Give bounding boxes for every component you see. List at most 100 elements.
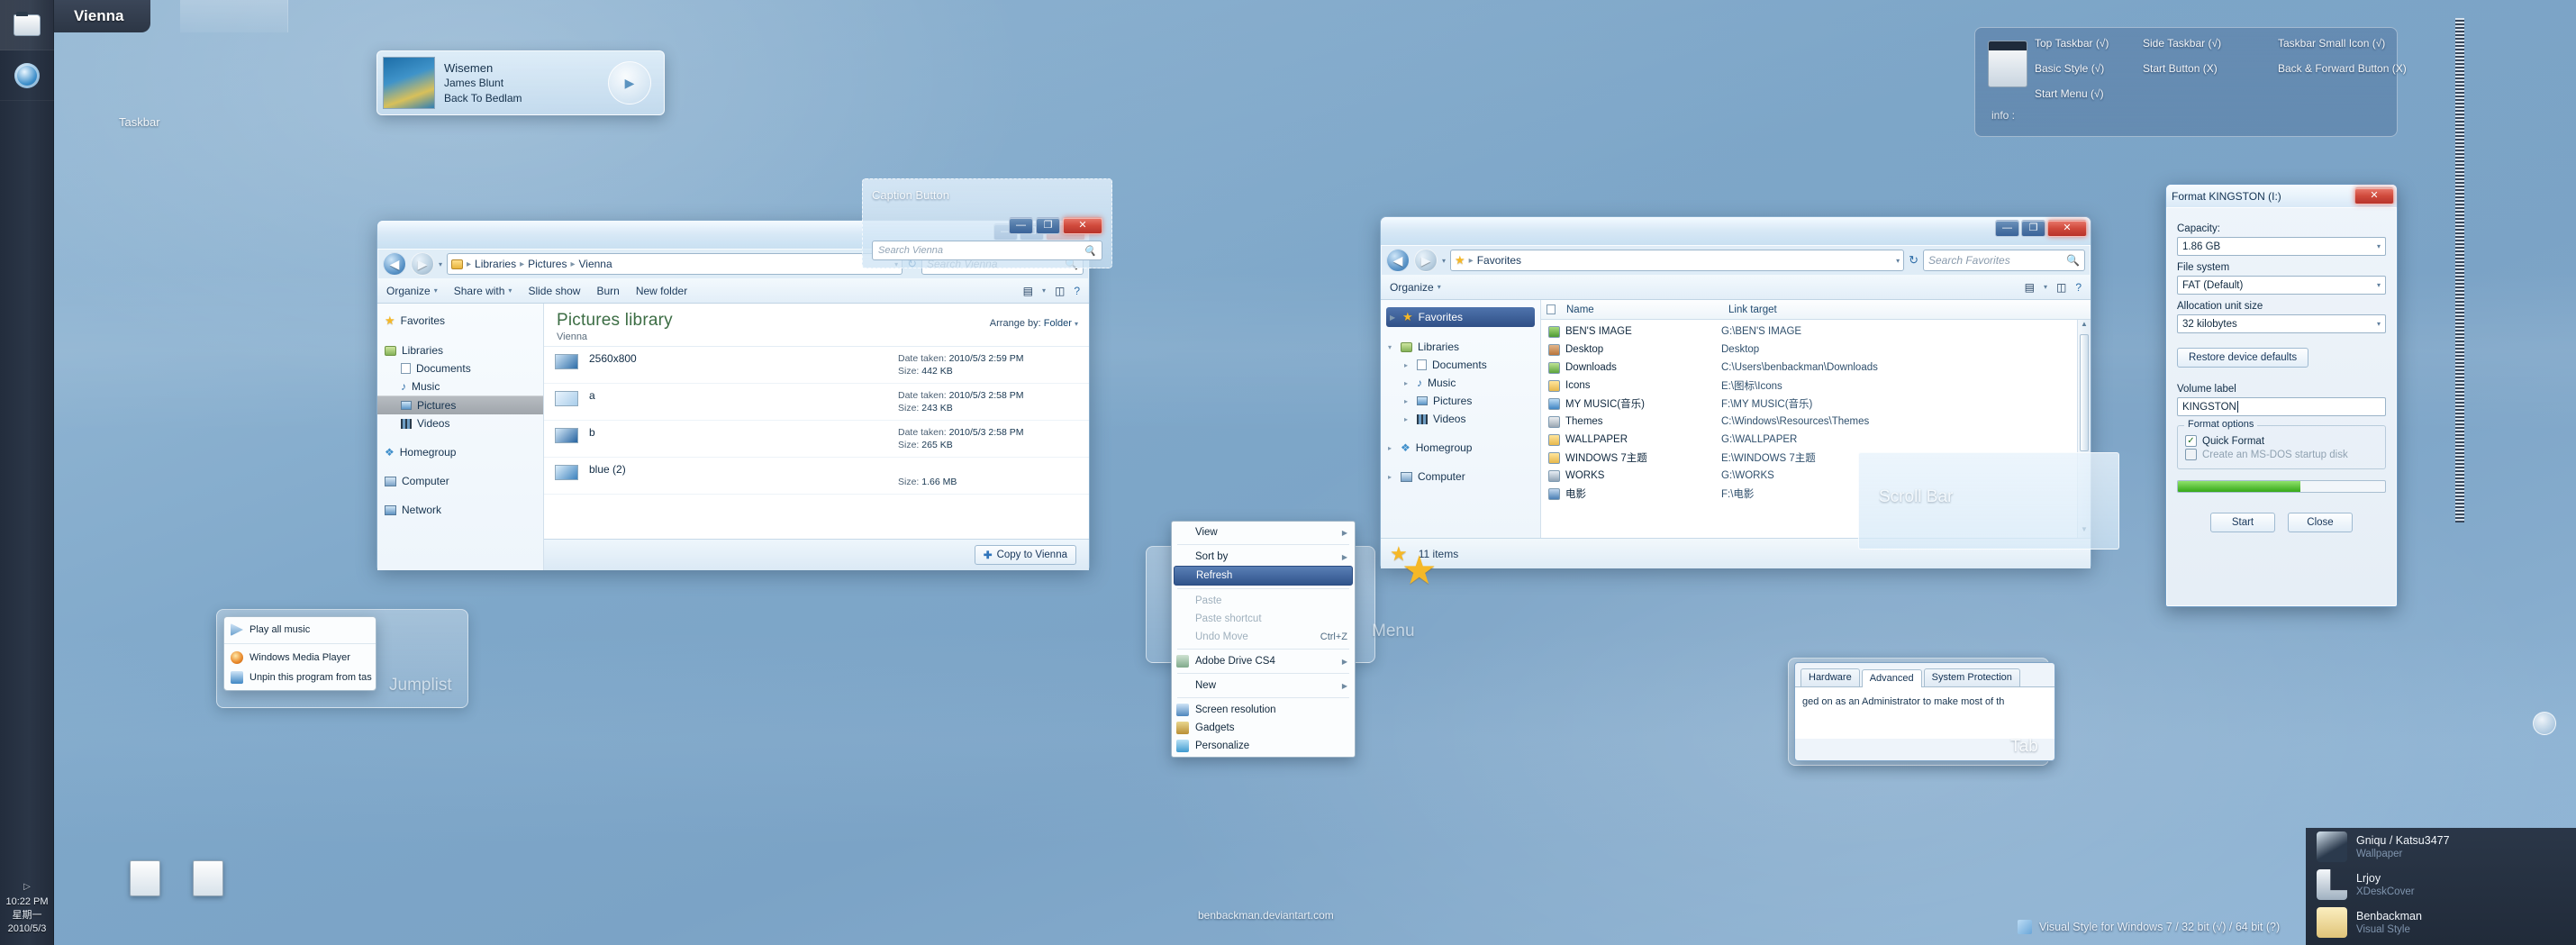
quick-format-checkbox-row[interactable]: ✓ Quick Format [2185,435,2378,447]
file-name[interactable]: blue (2) [589,463,626,476]
file-name[interactable]: 2560x800 [589,352,637,365]
quick-format-checkbox[interactable]: ✓ [2185,435,2197,447]
context-menu-item-screen-resolution[interactable]: Screen resolution [1172,701,1355,719]
filesystem-select[interactable]: FAT (Default) ▾ [2177,276,2386,295]
address-dropdown-icon[interactable]: ▾ [1896,257,1900,265]
help-icon[interactable]: ? [1074,285,1080,297]
favorites-navigation-pane[interactable]: ▶ ★ Favorites ▾ Libraries ▸ Documents ▸ … [1381,300,1541,538]
jumplist-item-windows-media-player[interactable]: Windows Media Player [224,648,376,668]
table-row[interactable]: WALLPAPER G:\WALLPAPER [1541,431,2091,449]
chevron-right-icon[interactable]: ▶ [1390,313,1397,322]
caption-buttons-demo[interactable]: — ❐ ✕ [1009,217,1102,234]
sidebar-item-documents[interactable]: ▸ Documents [1381,356,1540,374]
restore-device-defaults-button[interactable]: Restore device defaults [2177,348,2309,368]
view-mode-icon[interactable]: ▤ [1023,285,1033,297]
chevron-right-icon[interactable]: ▸ [1388,444,1395,452]
new-folder-button[interactable]: New folder [636,285,687,297]
msdos-checkbox[interactable] [2185,449,2197,460]
sidebar-item-homegroup[interactable]: ❖ Homegroup [377,443,543,461]
arrange-by-control[interactable]: Arrange by: Folder ▾ [990,318,1078,329]
context-menu-item-gadgets[interactable]: Gadgets [1172,719,1355,737]
favorites-minimize-button[interactable]: — [1995,220,2019,237]
table-row[interactable]: b Date taken: 2010/5/3 2:58 PM Size: 265… [544,421,1089,458]
view-mode-icon[interactable]: ▤ [2025,281,2035,294]
format-dialog[interactable]: Format KINGSTON (I:) ✕ Capacity: 1.86 GB… [2165,184,2398,607]
context-menu-item-new[interactable]: New ▶ [1172,677,1355,695]
copy-to-vienna-button[interactable]: ✚ Copy to Vienna [974,545,1076,565]
tray-arrow-icon[interactable]: ▷ [0,880,54,894]
address-bar[interactable]: ★ ▸ Favorites ▾ [1450,250,1905,271]
table-header[interactable]: Name Link target [1541,300,2091,320]
minimize-button[interactable]: — [1009,217,1033,234]
close-button[interactable]: Close [2288,513,2353,532]
table-row[interactable]: a Date taken: 2010/5/3 2:58 PM Size: 243… [544,384,1089,421]
format-dialog-title-bar[interactable]: Format KINGSTON (I:) ✕ [2166,185,2397,208]
recent-pages-chevron-icon[interactable]: ▾ [439,260,442,268]
taskbar-task-1[interactable] [180,0,288,32]
context-menu-item-sort-by[interactable]: Sort by ▶ [1172,548,1355,566]
sidebar-item-network[interactable]: Network [377,501,543,519]
organize-button[interactable]: Organize ▾ [1390,281,1441,294]
favorites-toolbar[interactable]: Organize ▾ ▤ ▾ ◫ ? [1381,275,2091,300]
burn-button[interactable]: Burn [596,285,619,297]
play-icon[interactable]: ▶ [608,61,651,104]
recent-pages-chevron-icon[interactable]: ▾ [1442,257,1446,265]
preview-pane-icon[interactable]: ◫ [2056,281,2066,294]
table-row[interactable]: Themes C:\Windows\Resources\Themes [1541,413,2091,431]
context-menu-item-adobe-drive-cs4[interactable]: Adobe Drive CS4 ▶ [1172,652,1355,670]
back-button[interactable]: ◀ [1386,249,1410,272]
sidebar-item-music[interactable]: ▸ ♪ Music [1381,374,1540,392]
format-close-button[interactable]: ✕ [2354,187,2394,204]
search-icon[interactable]: 🔍 [1084,245,1096,257]
sidebar-item-computer[interactable]: Computer [377,472,543,490]
tab-hardware[interactable]: Hardware [1800,668,1860,686]
system-properties-tabs[interactable]: Hardware Advanced System Protection [1795,663,2054,687]
chevron-right-icon[interactable]: ▸ [1404,397,1411,405]
forward-button[interactable]: ▶ [411,252,434,276]
favorites-close-button[interactable]: ✕ [2047,220,2087,237]
table-row[interactable]: 2560x800 Date taken: 2010/5/3 2:59 PM Si… [544,347,1089,384]
sidebar-item-libraries[interactable]: Libraries [377,341,543,359]
slide-show-button[interactable]: Slide show [528,285,580,297]
favorites-search-input[interactable]: Search Favorites 🔍 [1923,250,2085,271]
context-menu-item-view[interactable]: View ▶ [1172,523,1355,541]
search-icon[interactable]: 🔍 [2066,254,2080,267]
desktop-icon-2[interactable] [189,860,227,896]
breadcrumb-pictures[interactable]: Pictures [528,258,567,270]
side-taskbar[interactable]: ▷ 10:22 PM 星期一 2010/5/3 [0,0,54,945]
refresh-icon[interactable]: ↻ [1909,253,1918,268]
chevron-down-icon[interactable]: ▾ [2377,242,2381,250]
table-row[interactable]: Downloads C:\Users\benbackman\Downloads [1541,359,2091,377]
taskbar-media-player-button[interactable] [0,50,54,101]
chevron-right-icon[interactable]: ▸ [1388,473,1395,481]
chevron-right-icon[interactable]: ▸ [1404,361,1411,369]
allocation-select[interactable]: 32 kilobytes ▾ [2177,314,2386,333]
breadcrumb-libraries[interactable]: Libraries [475,258,516,270]
file-name[interactable]: b [589,426,595,439]
sidebar-item-pictures[interactable]: Pictures [377,395,543,414]
close-button[interactable]: ✕ [1063,217,1102,234]
demo-search-input[interactable]: Search Vienna 🔍 [872,241,1102,260]
chevron-down-icon[interactable]: ▾ [1388,343,1395,351]
organize-button[interactable]: Organize ▾ [386,285,438,297]
sidebar-item-music[interactable]: ♪ Music [377,377,543,395]
desktop-gadget-icon[interactable] [2533,712,2556,735]
favorites-caption-buttons[interactable]: — ❐ ✕ [1995,220,2087,237]
table-row[interactable]: MY MUSIC(音乐) F:\MY MUSIC(音乐) [1541,395,2091,413]
favorites-address-row[interactable]: ◀ ▶ ▾ ★ ▸ Favorites ▾ ↻ Search Favorites… [1381,246,2091,275]
table-row[interactable]: Desktop Desktop [1541,341,2091,359]
chevron-down-icon[interactable]: ▾ [2044,283,2047,291]
chevron-right-icon[interactable]: ▸ [1404,379,1411,387]
sidebar-item-videos[interactable]: ▸ Videos [1381,410,1540,428]
scrollbar-thumb[interactable] [2080,334,2089,451]
breadcrumb-vienna[interactable]: Vienna [579,258,612,270]
sidebar-item-favorites[interactable]: ★ Favorites [377,311,543,331]
chevron-down-icon[interactable]: ▾ [2377,281,2381,289]
sidebar-item-pictures[interactable]: ▸ Pictures [1381,392,1540,410]
tab-advanced[interactable]: Advanced [1861,669,1922,687]
start-button[interactable]: Start [2210,513,2275,532]
file-name[interactable]: a [589,389,595,402]
column-header-link-target[interactable]: Link target [1723,304,2091,315]
breadcrumb-favorites[interactable]: Favorites [1477,254,1521,267]
desktop-icon-1[interactable] [126,860,164,896]
